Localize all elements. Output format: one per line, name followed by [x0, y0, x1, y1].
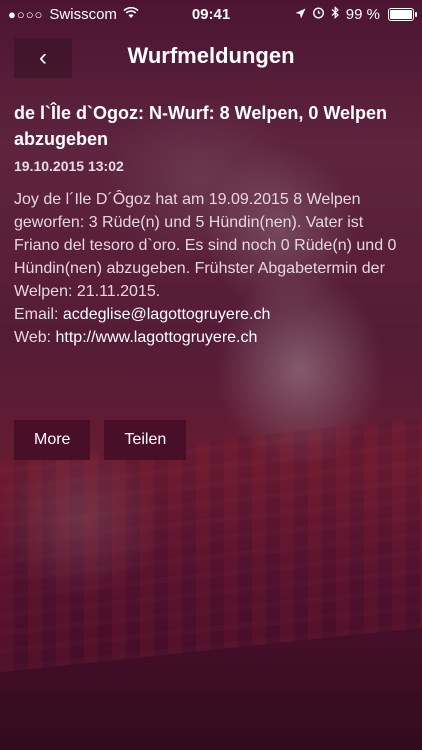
- battery-fill: [390, 9, 412, 19]
- status-left: ●○○○ Swisscom: [8, 6, 139, 23]
- back-button[interactable]: ‹: [14, 38, 72, 78]
- wifi-icon: [123, 6, 139, 23]
- article: de l`Île d`Ogoz: N-Wurf: 8 Welpen, 0 Wel…: [14, 100, 408, 349]
- action-buttons: More Teilen: [14, 420, 187, 460]
- status-right: 99 %: [295, 5, 417, 23]
- email-label: Email:: [14, 306, 59, 323]
- chevron-left-icon: ‹: [39, 44, 47, 71]
- article-date: 19.10.2015 13:02: [14, 158, 124, 174]
- status-bar: ●○○○ Swisscom 09:41 99 %: [0, 0, 422, 28]
- web-row: Web: http://www.lagottogruyere.ch: [14, 326, 408, 349]
- email-link[interactable]: acdeglise@lagottogruyere.ch: [63, 306, 270, 323]
- signal-dots: ●○○○: [8, 6, 44, 22]
- more-button[interactable]: More: [14, 420, 91, 460]
- article-body: Joy de l´Ile D´Ôgoz hat am 19.09.2015 8 …: [14, 191, 397, 300]
- email-row: Email: acdeglise@lagottogruyere.ch: [14, 303, 408, 326]
- battery-icon: [388, 7, 417, 21]
- carrier-name: Swisscom: [49, 5, 117, 23]
- battery-percent: 99 %: [345, 5, 380, 23]
- web-label: Web:: [14, 329, 52, 346]
- share-button[interactable]: Teilen: [104, 420, 187, 460]
- article-headline: de l`Île d`Ogoz: N-Wurf: 8 Welpen, 0 Wel…: [14, 103, 388, 149]
- alarm-icon: [312, 6, 325, 23]
- bluetooth-icon: [331, 5, 340, 23]
- nav-bar: ‹ Wurfmeldungen: [0, 28, 422, 84]
- web-link[interactable]: http://www.lagottogruyere.ch: [56, 329, 258, 346]
- page-title: Wurfmeldungen: [127, 43, 295, 68]
- location-arrow-icon: [295, 6, 306, 23]
